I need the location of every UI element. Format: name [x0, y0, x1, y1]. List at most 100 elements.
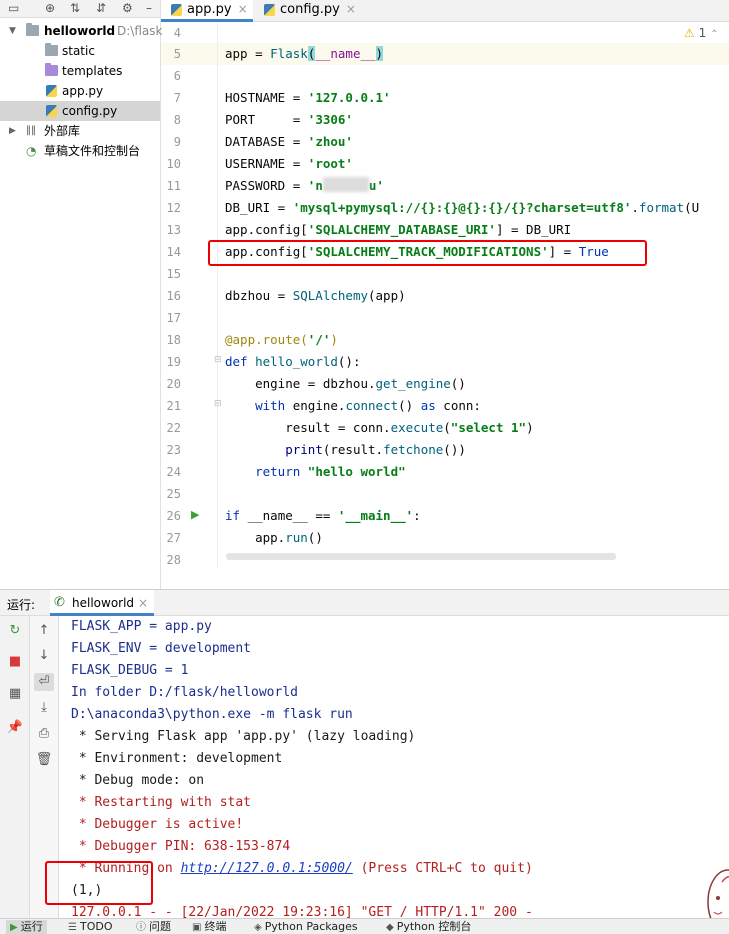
- chevron-down-icon[interactable]: ▼: [9, 21, 16, 41]
- code-text: format: [638, 200, 685, 215]
- statusbar-todo[interactable]: ☰ TODO: [68, 920, 112, 934]
- code-text: ): [375, 46, 384, 61]
- tree-item-templates[interactable]: templates: [0, 61, 160, 81]
- close-icon[interactable]: ×: [346, 2, 356, 16]
- python-file-icon: [46, 85, 57, 97]
- code-text: (): [307, 530, 323, 545]
- horizontal-scrollbar[interactable]: [226, 553, 616, 560]
- code-text: USERNAME =: [225, 156, 308, 171]
- statusbar-problems[interactable]: ⓘ 问题: [136, 920, 171, 934]
- console-text: (Press CTRL+C to quit): [352, 861, 533, 876]
- tree-item-config-py[interactable]: config.py: [0, 101, 160, 121]
- soft-wrap-icon[interactable]: ⏎: [34, 673, 54, 691]
- python-file-icon: [46, 105, 57, 117]
- line-number: 23: [166, 443, 181, 457]
- tree-item-label: 外部库: [44, 124, 81, 138]
- tab-config-py[interactable]: config.py ×: [254, 0, 356, 22]
- run-console[interactable]: FLASK_APP = app.py FLASK_ENV = developme…: [59, 616, 729, 918]
- console-line: FLASK_DEBUG = 1: [71, 663, 189, 678]
- line-number: 9: [173, 135, 181, 149]
- tab-label: config.py: [280, 2, 340, 17]
- code-text: 'root': [307, 156, 353, 171]
- console-line: * Debugger PIN: 638-153-874: [71, 839, 291, 854]
- packages-icon: ◈: [254, 922, 262, 933]
- run-tab-helloworld[interactable]: ✆ helloworld ×: [50, 590, 155, 616]
- statusbar-label: 问题: [149, 920, 171, 933]
- rerun-icon[interactable]: ↻: [5, 622, 25, 640]
- code-text: PASSWORD =: [225, 178, 308, 193]
- collapse-all-icon[interactable]: ⇵: [96, 1, 106, 15]
- statusbar-terminal[interactable]: ▣ 终端: [192, 920, 226, 934]
- trash-icon[interactable]: 🗑: [34, 751, 54, 769]
- python-file-icon: [264, 4, 275, 16]
- line-number: 5: [173, 47, 181, 61]
- code-text: app.: [225, 530, 286, 545]
- statusbar-label: Python 控制台: [396, 920, 472, 933]
- tree-item-app-py[interactable]: app.py: [0, 81, 160, 101]
- stop-icon[interactable]: ■: [5, 653, 25, 671]
- bottom-toolwindow-bar: ▶ 运行 ☰ TODO ⓘ 问题 ▣ 终端 ◈ Python Packages ◆ Pyth…: [0, 918, 729, 934]
- line-number: 15: [166, 267, 181, 281]
- code-text: HOSTNAME =: [225, 90, 308, 105]
- tree-item-scratches[interactable]: ◔ 草稿文件和控制台: [0, 141, 160, 161]
- print-icon[interactable]: ⎙: [34, 725, 54, 743]
- code-text: Flask: [270, 46, 308, 61]
- expand-all-icon[interactable]: ⇅: [70, 1, 80, 15]
- code-text: if: [225, 508, 241, 523]
- console-line: * Debug mode: on: [71, 773, 205, 788]
- scroll-to-end-icon[interactable]: ⤓: [34, 699, 54, 717]
- close-icon[interactable]: ×: [138, 596, 148, 610]
- settings-icon[interactable]: ⚙: [122, 1, 133, 15]
- console-line: * Restarting with stat: [71, 795, 252, 810]
- tab-app-py[interactable]: app.py ×: [161, 0, 253, 22]
- line-number: 6: [173, 69, 181, 83]
- code-text: fetchone: [383, 442, 444, 457]
- arrow-down-icon[interactable]: ↓: [34, 647, 54, 665]
- project-view-icon[interactable]: ▭: [8, 1, 19, 15]
- redacted-password: [322, 177, 369, 192]
- server-url-link[interactable]: http://127.0.0.1:5000/: [181, 861, 353, 876]
- code-text: '__main__': [337, 508, 414, 523]
- chevron-right-icon[interactable]: ▶: [9, 121, 16, 141]
- run-config-icon: ✆: [54, 595, 65, 610]
- tree-item-label: app.py: [62, 84, 104, 98]
- locate-icon[interactable]: ⊕: [45, 1, 55, 15]
- statusbar-label: 终端: [204, 920, 227, 933]
- tree-item-static[interactable]: static: [0, 41, 160, 61]
- console-line: * Serving Flask app 'app.py' (lazy loadi…: [71, 729, 416, 744]
- code-text: (): [450, 376, 466, 391]
- line-number: 17: [166, 311, 181, 325]
- code-text: ): [526, 420, 534, 435]
- tree-root-helloworld[interactable]: ▼ helloworld D:\flask: [0, 21, 162, 41]
- code-text: hello_world: [255, 354, 338, 369]
- console-line: * Environment: development: [71, 751, 283, 766]
- statusbar-python-console[interactable]: ◆ Python 控制台: [386, 920, 471, 934]
- run-gutter-icon[interactable]: ▶: [191, 508, 199, 521]
- statusbar-label: Python Packages: [264, 920, 358, 933]
- layout-icon[interactable]: ▦: [5, 685, 25, 703]
- pin-icon[interactable]: 📌: [5, 719, 25, 737]
- line-number: 19: [166, 355, 181, 369]
- line-number: 24: [166, 465, 181, 479]
- line-number: 13: [166, 223, 181, 237]
- folder-icon: [45, 43, 58, 56]
- code-text: (: [443, 420, 451, 435]
- tree-item-external-libraries[interactable]: ▶ ‖‖ 外部库: [0, 121, 160, 141]
- arrow-up-icon[interactable]: ↑: [34, 622, 54, 640]
- code-text: execute: [390, 420, 444, 435]
- close-icon[interactable]: ×: [238, 2, 248, 16]
- hide-icon[interactable]: –: [146, 1, 152, 15]
- code-editor[interactable]: app = Flask (__name__) HOSTNAME = '127.0.…: [218, 22, 729, 567]
- code-text: =: [270, 288, 293, 303]
- statusbar-python-packages[interactable]: ◈ Python Packages: [254, 920, 358, 934]
- folder-icon: [26, 23, 39, 36]
- ide-top-area: ▭ ⊕ ⇅ ⇵ ⚙ – ▼ helloworld D:\flask static…: [0, 0, 729, 589]
- code-text: (U: [684, 200, 700, 215]
- run-tab-label: helloworld: [72, 596, 135, 610]
- terminal-icon: ▣: [192, 922, 202, 933]
- code-text: SQLAlchemy: [292, 288, 368, 303]
- statusbar-run[interactable]: ▶ 运行: [6, 920, 47, 934]
